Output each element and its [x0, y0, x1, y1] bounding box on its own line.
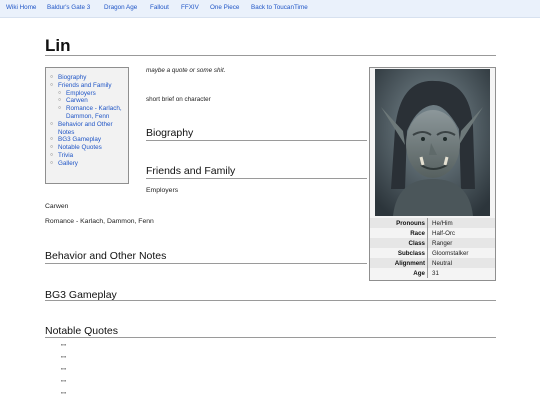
toc-item-trivia[interactable]: Trivia — [50, 152, 128, 160]
text-romance: Romance - Karlach, Dammon, Fenn — [45, 218, 154, 225]
toc-item-employers[interactable]: Employers — [50, 90, 128, 98]
character-infobox: Pronouns He/Him Race Half-Orc Class Rang… — [369, 67, 496, 281]
toc-list: Biography Friends and Family Employers C… — [50, 74, 128, 168]
value-age: 31 — [432, 270, 439, 277]
heading-behavior-and-other-notes: Behavior and Other Notes — [45, 250, 167, 262]
title-divider — [45, 55, 496, 56]
infobox-row-subclass: Subclass Gloomstalker — [370, 248, 495, 258]
nav-wiki-home[interactable]: Wiki Home — [6, 4, 36, 11]
nav-fallout[interactable]: Fallout — [150, 4, 169, 11]
biography-divider — [146, 140, 367, 141]
toc-item-carwen[interactable]: Carwen — [50, 97, 128, 105]
table-of-contents: Biography Friends and Family Employers C… — [45, 67, 129, 184]
character-quote: maybe a quote or some shit. — [146, 67, 226, 74]
nav-ffxiv[interactable]: FFXIV — [181, 4, 199, 11]
divider — [427, 268, 428, 278]
quotes-list: "" "" "" "" "" — [61, 344, 81, 404]
character-portrait[interactable] — [375, 69, 490, 216]
toc-item-bg3-gameplay[interactable]: BG3 Gameplay — [50, 136, 128, 144]
value-pronouns: He/Him — [432, 220, 453, 227]
nav-back-to-toucantime[interactable]: Back to ToucanTime — [251, 4, 308, 11]
toc-item-biography[interactable]: Biography — [50, 74, 128, 82]
list-item: "" — [61, 380, 66, 387]
divider — [427, 238, 428, 248]
value-subclass: Gloomstalker — [432, 250, 469, 257]
toc-item-romance[interactable]: Romance - Karlach, Dammon, Fenn — [50, 105, 128, 121]
label-age: Age — [413, 270, 425, 277]
list-item: "" — [61, 392, 66, 399]
list-item: "" — [61, 344, 66, 351]
infobox-row-age: Age 31 — [370, 268, 495, 278]
half-orc-portrait-image — [375, 69, 490, 216]
label-race: Race — [410, 230, 425, 237]
toc-item-friends-and-family[interactable]: Friends and Family — [50, 82, 128, 90]
text-employers: Employers — [146, 187, 179, 194]
infobox-row-class: Class Ranger — [370, 238, 495, 248]
heading-biography: Biography — [146, 127, 194, 139]
nav-baldurs-gate-3[interactable]: Baldur's Gate 3 — [47, 4, 90, 11]
nav-dragon-age[interactable]: Dragon Age — [104, 4, 137, 11]
label-subclass: Subclass — [397, 250, 425, 257]
value-race: Half-Orc — [432, 230, 456, 237]
value-class: Ranger — [432, 240, 453, 247]
heading-friends-and-family: Friends and Family — [146, 165, 236, 177]
label-pronouns: Pronouns — [396, 220, 425, 227]
list-item: "" — [61, 356, 66, 363]
heading-notable-quotes: Notable Quotes — [45, 325, 118, 337]
infobox-row-pronouns: Pronouns He/Him — [370, 218, 495, 228]
character-brief: short brief on character — [146, 96, 211, 103]
top-navigation-bar: Wiki Home Baldur's Gate 3 Dragon Age Fal… — [0, 0, 540, 18]
divider — [427, 258, 428, 268]
value-alignment: Neutral — [432, 260, 452, 267]
infobox-row-alignment: Alignment Neutral — [370, 258, 495, 268]
divider — [427, 218, 428, 228]
page-title: Lin — [45, 36, 71, 55]
quotes-divider — [45, 337, 496, 338]
toc-item-notable-quotes[interactable]: Notable Quotes — [50, 144, 128, 152]
label-class: Class — [408, 240, 425, 247]
divider — [427, 228, 428, 238]
infobox-table: Pronouns He/Him Race Half-Orc Class Rang… — [370, 218, 495, 278]
label-alignment: Alignment — [394, 260, 425, 267]
toc-item-gallery[interactable]: Gallery — [50, 160, 128, 168]
text-carwen: Carwen — [45, 203, 69, 210]
behavior-divider — [45, 263, 367, 264]
divider — [427, 248, 428, 258]
infobox-row-race: Race Half-Orc — [370, 228, 495, 238]
toc-item-behavior-and-other-notes[interactable]: Behavior and Other Notes — [50, 121, 128, 137]
list-item: "" — [61, 368, 66, 375]
gameplay-divider — [45, 300, 496, 301]
nav-one-piece[interactable]: One Piece — [210, 4, 239, 11]
friends-divider — [146, 178, 367, 179]
